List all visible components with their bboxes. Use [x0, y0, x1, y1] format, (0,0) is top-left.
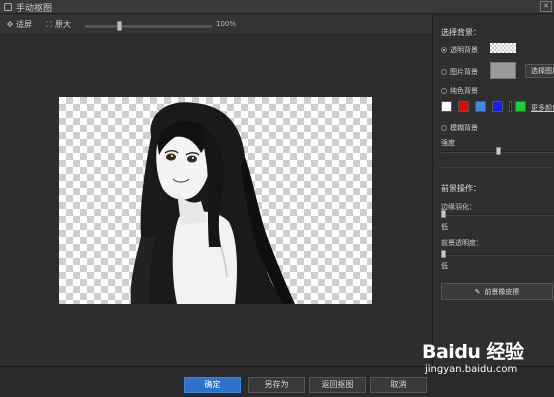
color-swatch-black[interactable]	[509, 101, 512, 112]
radio-image-label: 图片背景	[450, 68, 478, 76]
color-swatch-green[interactable]	[515, 101, 526, 112]
fit-screen-icon: ✥	[6, 19, 14, 29]
feather-low-label: 低	[441, 223, 448, 231]
zoom-slider-track[interactable]	[85, 25, 212, 28]
transparent-preview-swatch	[490, 43, 516, 53]
strength-label: 强度	[441, 139, 455, 147]
close-icon[interactable]: ✕	[540, 1, 552, 12]
radio-dot[interactable]	[441, 125, 447, 131]
image-preview-swatch[interactable]	[490, 62, 516, 79]
radio-transparent-bg[interactable]: 透明背景	[441, 45, 478, 55]
radio-dot[interactable]	[441, 47, 447, 53]
back-to-cutout-button[interactable]: 返回抠图	[309, 377, 366, 393]
radio-solid-label: 纯色背景	[450, 87, 478, 95]
window-title: 手动抠图	[16, 4, 53, 14]
confirm-button[interactable]: 确定	[184, 377, 241, 393]
color-swatch-lightblue[interactable]	[475, 101, 486, 112]
more-colors-link[interactable]: 更多颜色	[531, 103, 554, 113]
cancel-button[interactable]: 取消	[370, 377, 427, 393]
original-size-button[interactable]: ⛶ 原大	[45, 19, 71, 30]
eraser-icon: ✎	[474, 287, 481, 296]
app-icon	[4, 3, 12, 11]
radio-blur-bg[interactable]: 模糊背景	[441, 123, 478, 133]
opacity-low-label: 低	[441, 262, 448, 270]
radio-transparent-label: 透明背景	[450, 46, 478, 54]
cutout-portrait	[130, 102, 295, 304]
foreground-heading: 前景操作：	[441, 184, 481, 193]
original-size-icon: ⛶	[46, 19, 52, 29]
radio-image-bg[interactable]: 图片背景	[441, 67, 478, 77]
fit-screen-button[interactable]: ✥ 适屏	[6, 19, 32, 30]
eraser-label: 前景橡皮擦	[484, 287, 520, 296]
watermark-logo: Baidu 经验	[422, 341, 524, 363]
transparent-canvas[interactable]	[59, 97, 372, 304]
settings-panel: 选择背景： 透明背景 图片背景 选择图片 纯色背景 更多颜色 模糊背景 强度 前…	[432, 15, 554, 366]
title-bar: 手动抠图 ✕	[0, 0, 554, 14]
divider	[439, 167, 553, 168]
zoom-slider-thumb[interactable]	[117, 21, 123, 31]
radio-blur-label: 模糊背景	[450, 124, 478, 132]
radio-dot[interactable]	[441, 69, 447, 75]
feather-slider-track[interactable]	[441, 214, 554, 216]
foreground-eraser-button[interactable]: ✎ 前景橡皮擦	[441, 283, 553, 300]
strength-slider-thumb[interactable]	[496, 147, 501, 155]
fit-screen-label: 适屏	[16, 20, 32, 29]
zoom-percent: 100%	[216, 20, 237, 28]
color-swatch-white[interactable]	[441, 101, 452, 112]
opacity-slider-thumb[interactable]	[441, 250, 446, 258]
radio-dot[interactable]	[441, 88, 447, 94]
opacity-slider-track[interactable]	[441, 254, 554, 256]
feather-slider-thumb[interactable]	[441, 210, 446, 218]
watermark-url: jingyan.baidu.com	[425, 364, 518, 375]
background-heading: 选择背景：	[441, 28, 481, 37]
baidu-watermark: Baidu 经验 jingyan.baidu.com	[422, 337, 552, 382]
original-size-label: 原大	[55, 20, 71, 29]
radio-solid-bg[interactable]: 纯色背景	[441, 86, 478, 96]
opacity-label: 前景透明度：	[441, 239, 483, 247]
choose-image-button[interactable]: 选择图片	[525, 64, 554, 78]
color-swatch-red[interactable]	[458, 101, 469, 112]
save-as-button[interactable]: 另存为	[248, 377, 305, 393]
feather-label: 边缘羽化：	[441, 203, 476, 211]
toolbar: ✥ 适屏 ⛶ 原大 100%	[0, 15, 432, 35]
color-swatch-blue[interactable]	[492, 101, 503, 112]
